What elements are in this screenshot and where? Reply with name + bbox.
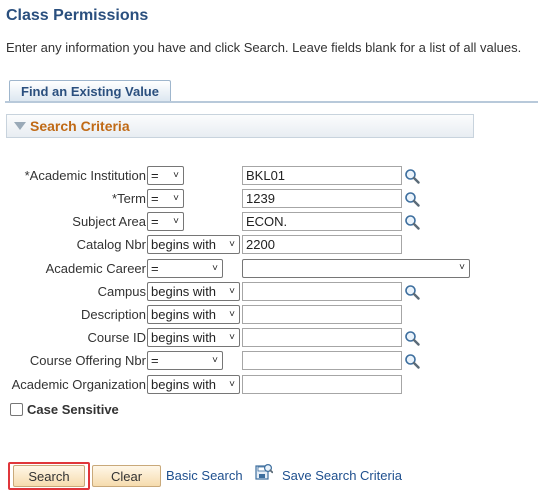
- row-catalog-nbr: Catalog Nbr begins with ˅ 2200: [0, 235, 541, 255]
- save-search-criteria-link[interactable]: Save Search Criteria: [282, 468, 402, 483]
- row-description: Description begins with ˅: [0, 305, 541, 325]
- academic-career-operator[interactable]: = ˅: [147, 259, 223, 278]
- academic-career-label: Academic Career: [45, 261, 146, 276]
- tab-find-existing-value[interactable]: Find an Existing Value: [9, 80, 171, 102]
- magnifier-icon[interactable]: [404, 214, 420, 230]
- academic-organization-input[interactable]: [242, 375, 402, 394]
- campus-operator[interactable]: begins with ˅: [147, 282, 240, 301]
- course-offering-nbr-input[interactable]: [242, 351, 402, 370]
- chevron-down-icon: ˅: [212, 355, 218, 366]
- academic-organization-label: Academic Organization: [11, 377, 146, 392]
- academic-institution-label: *Academic Institution: [24, 168, 146, 183]
- chevron-down-icon: ˅: [173, 216, 179, 227]
- triangle-down-icon[interactable]: [14, 122, 26, 130]
- description-label: Description: [80, 307, 146, 322]
- case-sensitive-option[interactable]: Case Sensitive: [10, 402, 119, 417]
- operator-value: begins with: [151, 237, 217, 252]
- row-course-id: Course ID begins with ˅: [0, 328, 541, 348]
- magnifier-icon[interactable]: [404, 191, 420, 207]
- search-button[interactable]: Search: [13, 465, 85, 487]
- catalog-nbr-input[interactable]: 2200: [242, 235, 402, 254]
- clear-button[interactable]: Clear: [92, 465, 161, 487]
- instructions-text: Enter any information you have and click…: [6, 40, 522, 55]
- page-title: Class Permissions: [6, 7, 149, 24]
- magnifier-icon[interactable]: [404, 353, 420, 369]
- course-id-input[interactable]: [242, 328, 402, 347]
- row-subject-area: Subject Area = ˅ ECON.: [0, 212, 541, 232]
- course-id-operator[interactable]: begins with ˅: [147, 328, 240, 347]
- magnifier-icon[interactable]: [404, 168, 420, 184]
- search-criteria-header[interactable]: Search Criteria: [6, 114, 474, 138]
- term-input[interactable]: 1239: [242, 189, 402, 208]
- operator-value: begins with: [151, 307, 217, 322]
- course-offering-nbr-label: Course Offering Nbr: [29, 353, 146, 368]
- academic-organization-operator[interactable]: begins with ˅: [147, 375, 240, 394]
- row-academic-institution: *Academic Institution = ˅ BKL01: [0, 166, 541, 186]
- campus-input[interactable]: [242, 282, 402, 301]
- basic-search-link[interactable]: Basic Search: [166, 468, 243, 483]
- course-offering-nbr-operator[interactable]: = ˅: [147, 351, 223, 370]
- row-course-offering-nbr: Course Offering Nbr = ˅: [0, 351, 541, 371]
- chevron-down-icon: ˅: [212, 263, 218, 274]
- chevron-down-icon: ˅: [173, 170, 179, 181]
- row-academic-career: Academic Career = ˅ ˅: [0, 259, 541, 279]
- course-id-label: Course ID: [87, 330, 146, 345]
- catalog-nbr-label: Catalog Nbr: [76, 237, 146, 252]
- magnifier-icon[interactable]: [404, 330, 420, 346]
- catalog-nbr-operator[interactable]: begins with ˅: [147, 235, 240, 254]
- subject-area-input[interactable]: ECON.: [242, 212, 402, 231]
- magnifier-icon[interactable]: [404, 284, 420, 300]
- chevron-down-icon: ˅: [229, 239, 235, 250]
- tab-underline: [5, 101, 538, 103]
- operator-value: begins with: [151, 330, 217, 345]
- subject-area-operator[interactable]: = ˅: [147, 212, 184, 231]
- operator-value: =: [151, 261, 159, 276]
- chevron-down-icon: ˅: [229, 332, 235, 343]
- row-academic-organization: Academic Organization begins with ˅: [0, 375, 541, 395]
- description-operator[interactable]: begins with ˅: [147, 305, 240, 324]
- chevron-down-icon: ˅: [229, 379, 235, 390]
- row-campus: Campus begins with ˅: [0, 282, 541, 302]
- chevron-down-icon: ˅: [459, 262, 465, 273]
- description-input[interactable]: [242, 305, 402, 324]
- operator-value: begins with: [151, 284, 217, 299]
- subject-area-label: Subject Area: [72, 214, 146, 229]
- chevron-down-icon: ˅: [229, 286, 235, 297]
- save-search-icon[interactable]: [255, 463, 273, 481]
- academic-institution-operator[interactable]: = ˅: [147, 166, 184, 185]
- operator-value: begins with: [151, 377, 217, 392]
- row-term: *Term = ˅ 1239: [0, 189, 541, 209]
- academic-institution-input[interactable]: BKL01: [242, 166, 402, 185]
- operator-value: =: [151, 168, 159, 183]
- search-criteria-heading: Search Criteria: [30, 118, 130, 134]
- academic-career-select[interactable]: ˅: [242, 259, 470, 278]
- case-sensitive-checkbox[interactable]: [10, 403, 23, 416]
- case-sensitive-label: Case Sensitive: [27, 402, 119, 417]
- chevron-down-icon: ˅: [229, 309, 235, 320]
- operator-value: =: [151, 191, 159, 206]
- campus-label: Campus: [97, 284, 146, 299]
- operator-value: =: [151, 214, 159, 229]
- term-label: *Term: [112, 191, 146, 206]
- term-operator[interactable]: = ˅: [147, 189, 184, 208]
- operator-value: =: [151, 353, 159, 368]
- chevron-down-icon: ˅: [173, 193, 179, 204]
